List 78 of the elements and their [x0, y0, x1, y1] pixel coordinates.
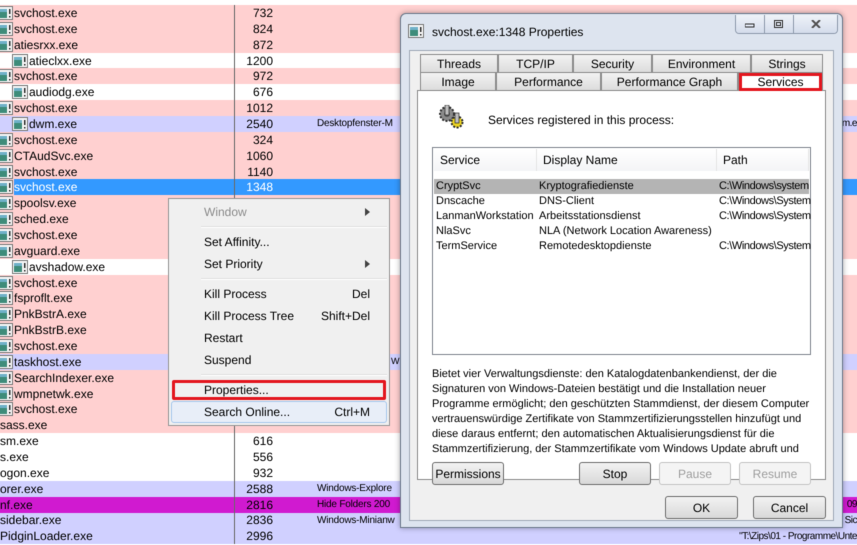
- name-cell-text: atieclxx.exe: [29, 52, 93, 68]
- name-cell-text: audiodg.exe: [29, 84, 96, 100]
- pid-cell: 1012: [246, 101, 273, 116]
- pid-cell: 1348: [246, 180, 273, 194]
- pid-cell: 2836: [246, 513, 273, 528]
- description-text: Bietet vier Verwaltungsdienste: den Katalogdatenbankendienst, der die Signaturen von Windows-Dateien bestätigt und die Installation neuer Programme ermöglicht; den geschützten Stammdienst, der diesem Computer vertrauenswürdige Zertifikate von Stammzertifizierungsstellen hinzufügt und diese daraus entfernt; den automatischen Aktualisierungsdienst für die Stammzertifizierung, der Stammzertifikate vom Windows Update abruft und: [432, 367, 810, 457]
- pid-cell: 872: [252, 38, 273, 52]
- name-cell-text: dwm.exe: [29, 116, 78, 132]
- name-cell-text: svchost.exe: [14, 164, 78, 180]
- description-cell: W: [391, 356, 400, 366]
- name-cell-text: PidginLoader.exe: [0, 528, 94, 544]
- name-cell-text: PnkBstrB.exe: [14, 322, 88, 338]
- table-cell: DNS-Client: [539, 195, 594, 208]
- heading-text: Services registered in this process:: [488, 112, 674, 129]
- name-cell-text: sm.exe: [0, 433, 40, 450]
- name-cell-text: svchost.exe: [14, 68, 78, 84]
- table-cell: CryptSvc: [436, 180, 481, 192]
- name-cell-text: svchost.exe: [14, 338, 78, 354]
- pid-cell: 616: [252, 434, 273, 448]
- table-cell: C:\Windows\system: [719, 180, 809, 192]
- name-cell-text: SearchIndexer.exe: [14, 370, 116, 386]
- name-cell-text: atiesrxx.exe: [14, 36, 80, 53]
- table-cell: Remotedesktopdienste: [539, 240, 652, 252]
- table-cell: NLA (Network Location Awareness): [539, 225, 712, 238]
- window-title: svchost.exe:1348 Properties: [432, 24, 584, 41]
- pid-cell: 732: [252, 6, 273, 20]
- name-cell-text: avshadow.exe: [29, 258, 106, 275]
- name-cell-text: s.exe: [0, 449, 30, 465]
- pid-cell: 1200: [246, 54, 273, 68]
- table-cell: TermService: [436, 240, 498, 252]
- name-cell-text: svchost.exe: [14, 20, 78, 37]
- table-cell: "T:\Zips\01 - Programme\Unte: [739, 530, 857, 542]
- pid-cell: 2588: [246, 482, 273, 496]
- pid-cell: 324: [252, 132, 273, 147]
- name-cell-text: svchost.exe: [14, 100, 78, 116]
- description-cell: Desktopfenster-M: [317, 118, 393, 130]
- name-cell-text: ogon.exe: [0, 464, 50, 481]
- name-cell-text: spoolsv.exe: [14, 195, 78, 212]
- name-cell-text: sass.exe: [0, 417, 48, 434]
- name-cell-text: svchost.exe: [14, 401, 78, 418]
- name-cell-text: wmpnetwk.exe: [14, 386, 94, 402]
- table-cell: Dnscache: [436, 195, 485, 208]
- pid-cell: 932: [252, 466, 273, 480]
- description-cell: Windows-Minianw: [317, 514, 395, 526]
- table-cell: C:\Windows\System: [719, 210, 811, 222]
- name-cell-text: avguard.exe: [14, 242, 82, 259]
- pid-cell: 556: [252, 450, 273, 464]
- pid-cell: 676: [252, 85, 273, 100]
- name-cell-text: sched.exe: [14, 211, 70, 228]
- name-cell: svchost.exe: [14, 179, 80, 196]
- name-cell-text: svchost.exe: [14, 227, 78, 243]
- name-cell-text: svchost.exe: [14, 274, 78, 290]
- name-cell-text: fsproflt.exe: [14, 290, 74, 306]
- name-cell-text: PnkBstrA.exe: [14, 306, 88, 322]
- pid-cell: 972: [252, 69, 273, 84]
- name-cell-text: nf.exe: [0, 496, 34, 512]
- table-cell: C:\Windows\System: [719, 195, 811, 208]
- table-cell: 09: [846, 499, 857, 510]
- pid-cell: 1140: [247, 164, 273, 179]
- description-cell: Windows-Explore: [317, 483, 392, 494]
- table-cell: LanmanWorkstation: [436, 210, 534, 222]
- table-cell: Arbeitsstationsdienst: [539, 210, 640, 222]
- name-cell-text: svchost.exe: [14, 132, 78, 148]
- name-cell-text: sidebar.exe: [0, 512, 62, 528]
- pid-cell: 2996: [246, 529, 273, 544]
- pid-cell: 1060: [246, 148, 273, 163]
- name-cell-text: taskhost.exe: [14, 354, 82, 370]
- name-cell-text: CTAudSvc.exe: [14, 148, 94, 164]
- pid-cell: 824: [252, 22, 273, 36]
- name-cell-text: svchost.exe: [14, 5, 78, 21]
- table-cell: NlaSvc: [436, 225, 471, 238]
- pid-cell: 2540: [246, 116, 273, 131]
- table-cell: C:\Windows\System: [719, 240, 811, 252]
- pid-cell: 2816: [246, 498, 273, 512]
- description-cell: Hide Folders 200: [317, 499, 390, 510]
- name-cell-text: orer.exe: [0, 480, 44, 497]
- table-cell: Sic: [844, 514, 857, 526]
- table-cell: Kryptografiedienste: [539, 180, 634, 192]
